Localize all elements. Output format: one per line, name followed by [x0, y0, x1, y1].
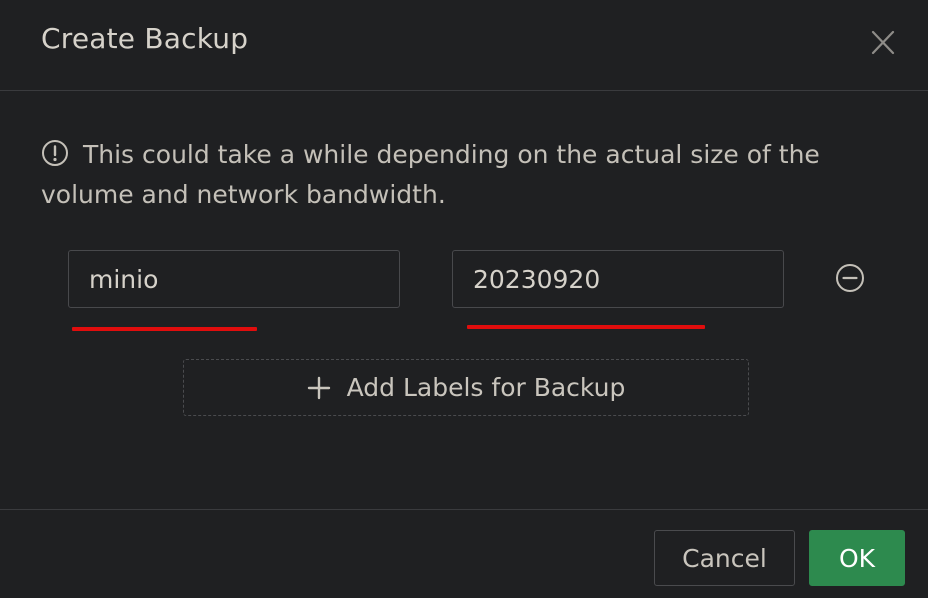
create-backup-dialog: Create Backup This could take a while de… [0, 0, 928, 598]
minus-circle-icon [836, 264, 864, 292]
notice-text: This could take a while depending on the… [41, 140, 820, 209]
cancel-label: Cancel [682, 543, 767, 573]
add-labels-button[interactable]: Add Labels for Backup [183, 359, 749, 416]
add-labels-label: Add Labels for Backup [346, 373, 626, 402]
close-icon [871, 30, 895, 55]
annotation-underline-value [467, 325, 705, 329]
ok-label: OK [838, 543, 876, 573]
annotation-underline-key [72, 327, 257, 331]
cancel-button[interactable]: Cancel [654, 530, 795, 586]
dialog-footer: Cancel OK [0, 509, 928, 598]
label-value-input[interactable] [452, 250, 784, 308]
ok-button[interactable]: OK [809, 530, 905, 586]
info-circle-icon [42, 140, 68, 166]
dialog-title: Create Backup [41, 22, 249, 55]
label-key-input[interactable] [68, 250, 400, 308]
plus-icon [307, 376, 330, 399]
backup-notice: This could take a while depending on the… [41, 135, 861, 215]
close-button[interactable] [866, 26, 900, 60]
dialog-header: Create Backup [0, 0, 928, 91]
remove-label-button[interactable] [834, 262, 866, 294]
